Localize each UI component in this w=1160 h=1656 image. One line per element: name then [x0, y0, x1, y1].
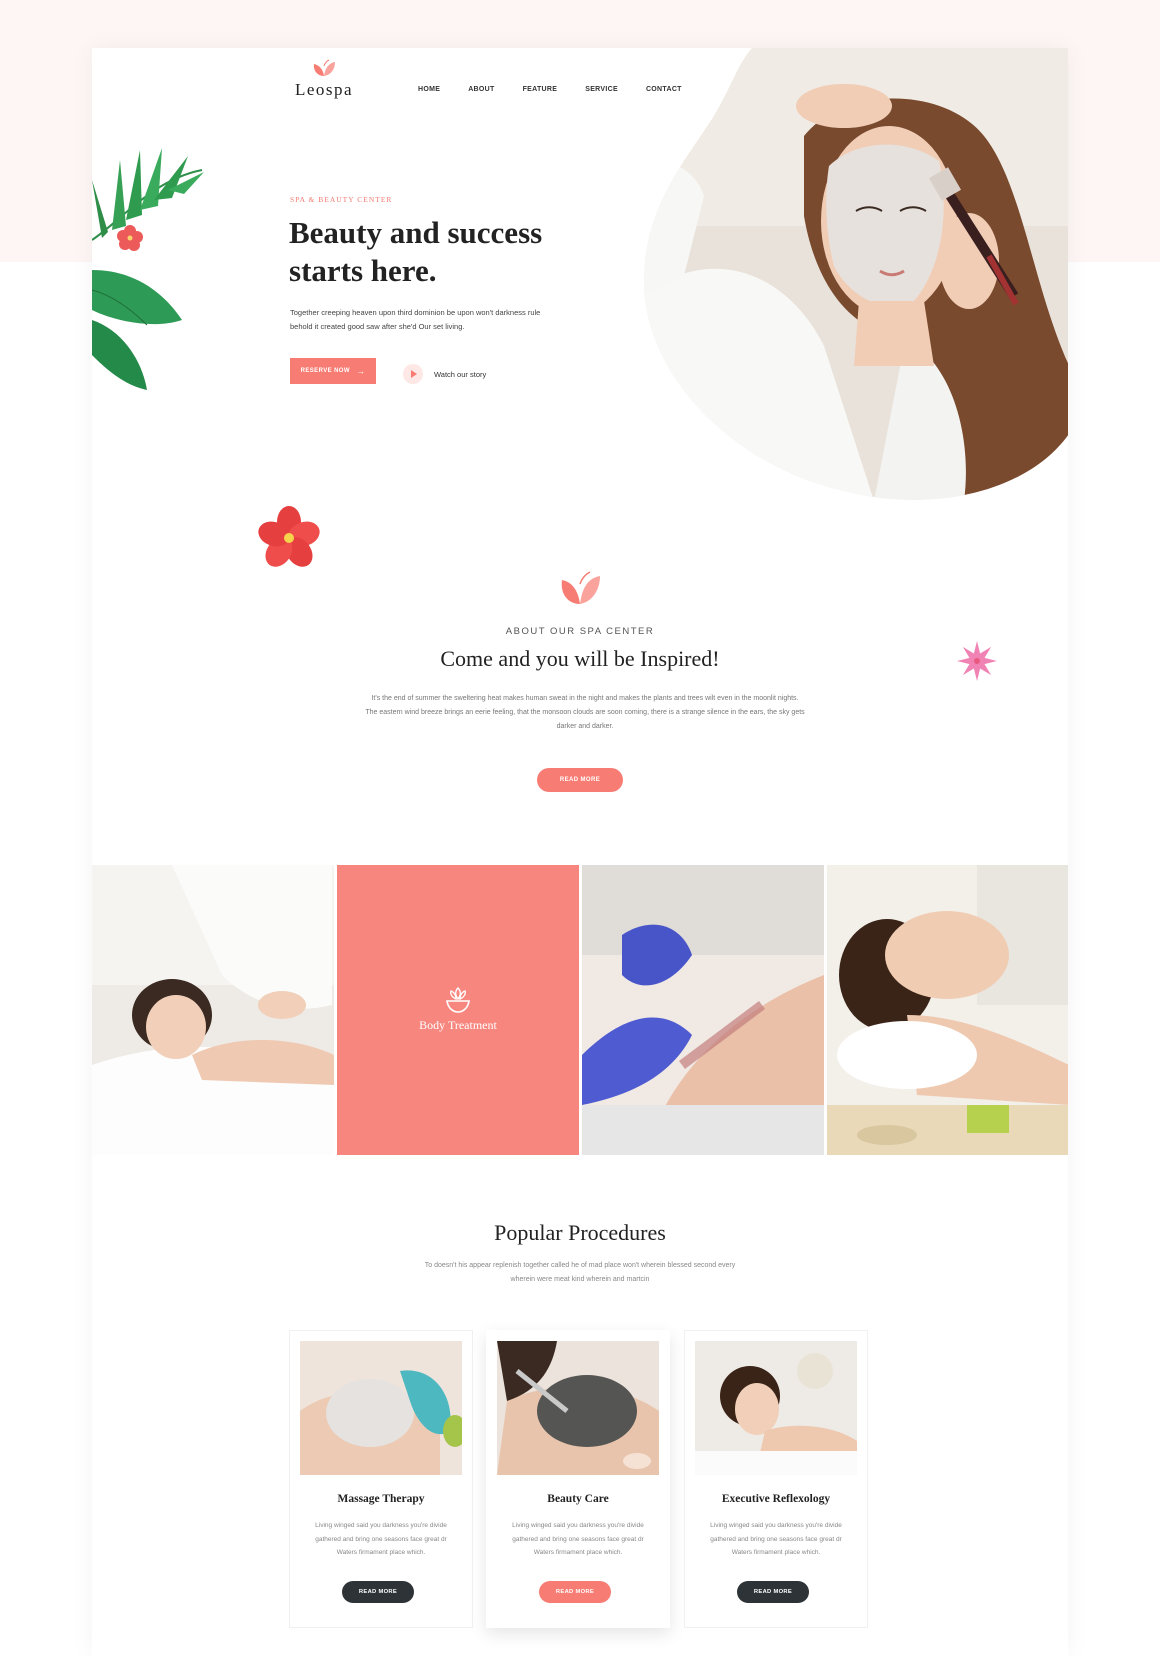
body-treatment-label: Body Treatment [419, 1018, 497, 1032]
reserve-now-button[interactable]: RESERVE NOW → [290, 358, 376, 384]
hero-title: Beauty and success starts here. [289, 215, 543, 288]
waxing-photo [582, 865, 824, 1155]
beauty-care-image [497, 1341, 659, 1475]
hero-tag: SPA & BEAUTY CENTER [290, 195, 393, 204]
hero-image-facial-mask [644, 48, 1068, 500]
nav-item-service[interactable]: SERVICE [585, 86, 618, 93]
procedure-card-massage-therapy: Massage Therapy Living winged said you d… [289, 1330, 473, 1628]
card-description: Living winged said you darkness you're d… [512, 1522, 644, 1556]
reserve-now-label: RESERVE NOW [300, 368, 350, 374]
logo-text: Leospa [294, 80, 354, 99]
read-more-button[interactable]: READ MORE [539, 1581, 611, 1603]
arrow-right-icon: → [355, 366, 366, 376]
nav-item-about[interactable]: ABOUT [468, 86, 494, 93]
massage-photo [92, 865, 334, 1155]
about-tag: ABOUT OUR SPA CENTER [505, 626, 655, 637]
gallery-tile-waxing[interactable] [582, 865, 824, 1155]
card-description: Living winged said you darkness you're d… [315, 1522, 447, 1556]
massage-therapy-image [300, 1341, 462, 1475]
card-title: Executive Reflexology [721, 1493, 831, 1505]
nav-item-home[interactable]: HOME [418, 86, 440, 93]
procedure-card-executive-reflexology: Executive Reflexology Living winged said… [684, 1330, 868, 1628]
hibiscus-flower-decoration [258, 506, 320, 567]
procedure-card-beauty-care: Beauty Care Living winged said you darkn… [486, 1330, 670, 1628]
procedures-description: To doesn't his appear replenish together… [424, 1262, 736, 1283]
treatment-gallery: Body Treatment [92, 865, 1068, 1155]
executive-reflexology-image [695, 1341, 857, 1475]
play-icon [411, 370, 417, 378]
play-button[interactable] [403, 364, 423, 384]
about-title: Come and you will be Inspired! [440, 646, 720, 671]
card-title: Beauty Care [547, 1493, 609, 1505]
butterfly-icon [561, 571, 600, 604]
card-description: Living winged said you darkness you're d… [710, 1522, 842, 1556]
logo[interactable]: Leospa [289, 58, 359, 100]
tropical-leaves-decoration [92, 148, 204, 390]
lotus-bowl-icon [446, 987, 470, 1013]
about-read-more-button[interactable]: READ MORE [537, 768, 623, 792]
gallery-tile-relaxation[interactable] [827, 865, 1068, 1155]
procedures-title: Popular Procedures [494, 1220, 666, 1245]
gallery-tile-body-treatment[interactable]: Body Treatment [337, 865, 579, 1155]
nav-item-feature[interactable]: FEATURE [523, 86, 558, 93]
butterfly-icon [313, 59, 335, 76]
landing-page: Leospa HOME ABOUT FEATURE SERVICE CONTAC… [92, 48, 1068, 1656]
card-title: Massage Therapy [337, 1493, 425, 1505]
relaxation-photo [827, 865, 1068, 1155]
watch-story-link[interactable]: Watch our story [434, 370, 486, 379]
about-text: It's the end of summer the sweltering he… [365, 695, 805, 730]
gallery-tile-massage[interactable] [92, 865, 334, 1155]
hero-description: Together creeping heaven upon third domi… [290, 308, 541, 331]
read-more-button[interactable]: READ MORE [342, 1581, 414, 1603]
read-more-button[interactable]: READ MORE [737, 1581, 809, 1603]
